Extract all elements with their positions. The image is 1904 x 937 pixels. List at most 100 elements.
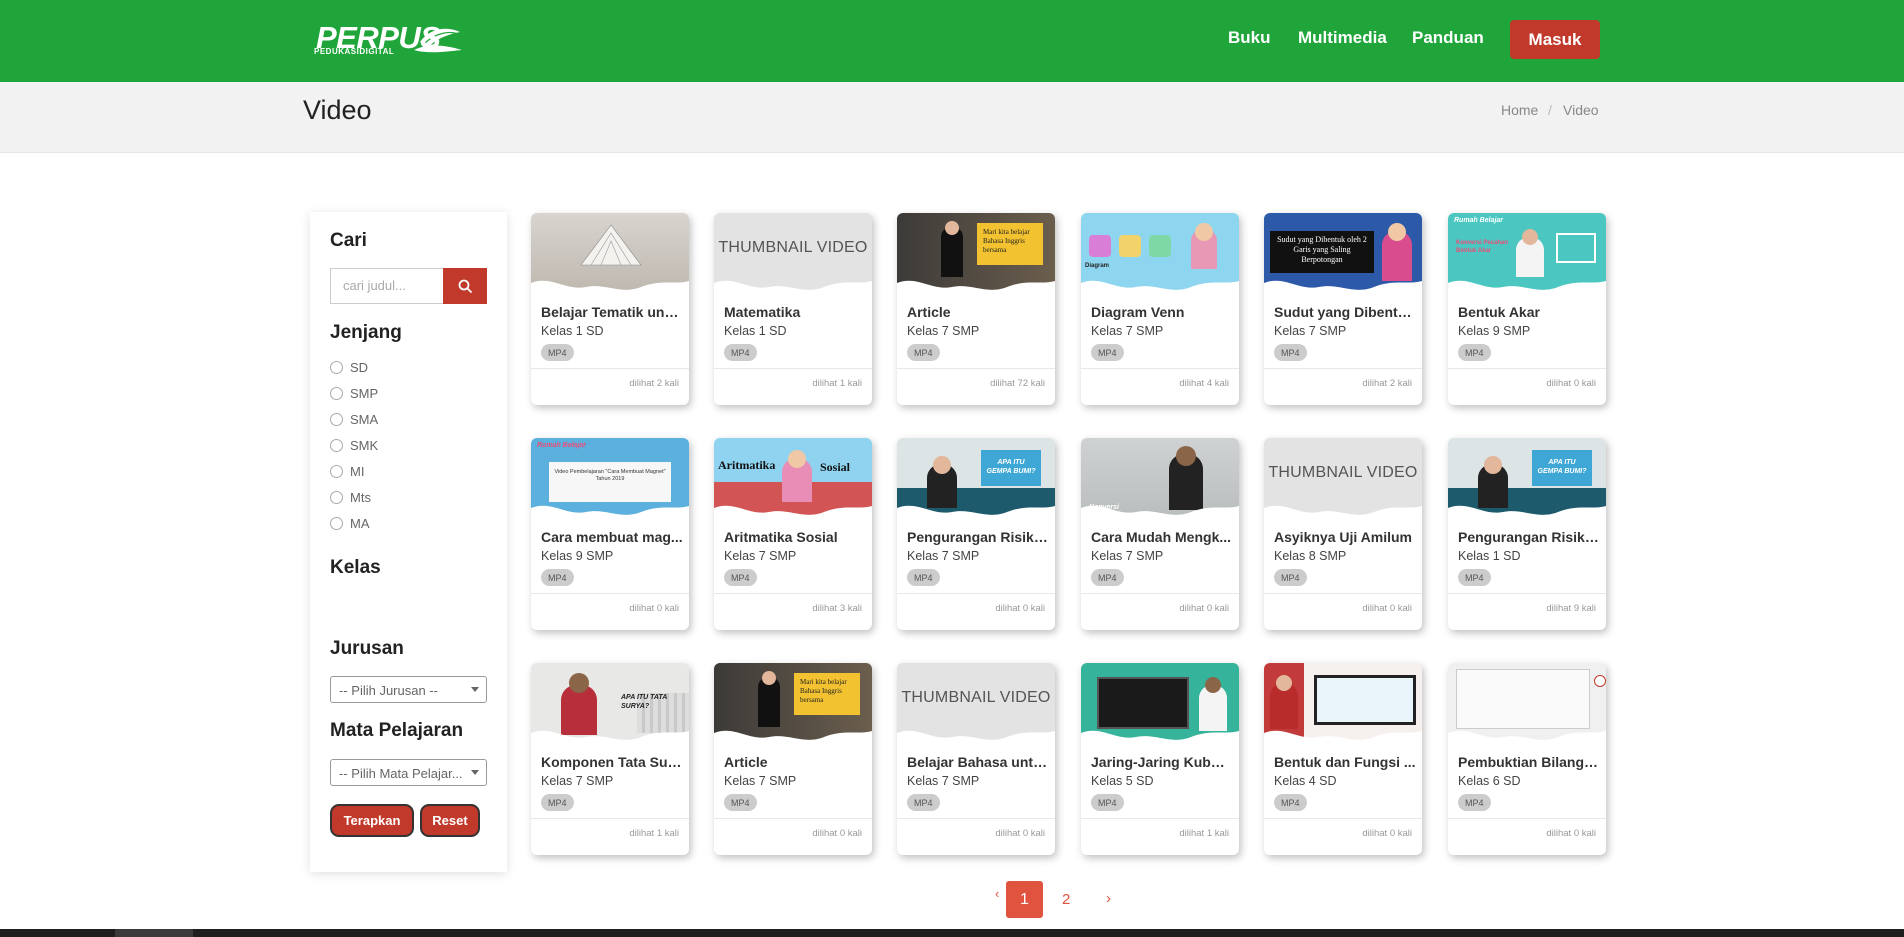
search-input[interactable]: cari judul...: [330, 268, 443, 304]
video-title[interactable]: Cara membuat mag...: [541, 529, 683, 545]
video-card[interactable]: Aritmatika Sosial Aritmatika Sosial Kelas 7…: [714, 438, 872, 630]
video-class: Kelas 7 SMP: [541, 774, 614, 788]
video-thumbnail[interactable]: Rumah Belajar Video Pembelajaran "Cara Me…: [531, 438, 689, 520]
breadcrumb-home[interactable]: Home: [1501, 102, 1538, 118]
nav-multimedia[interactable]: Multimedia: [1298, 28, 1387, 48]
video-card[interactable]: Belajar Tematik untu... Kelas 1 SD MP4 dili…: [531, 213, 689, 405]
subject-select[interactable]: -- Pilih Mata Pelajar...: [330, 759, 487, 786]
level-option-sma[interactable]: SMA: [330, 412, 378, 427]
level-option-mi[interactable]: MI: [330, 464, 364, 479]
radio-icon[interactable]: [330, 465, 343, 478]
pagination-prev[interactable]: ‹: [995, 886, 999, 901]
video-title[interactable]: Aritmatika Sosial: [724, 529, 866, 545]
view-count: dilihat 0 kali: [995, 828, 1045, 839]
video-title[interactable]: Komponen Tata Surya: [541, 754, 683, 770]
video-class: Kelas 1 SD: [1458, 549, 1521, 563]
video-thumbnail[interactable]: APA ITU TATA SURYA?: [531, 663, 689, 745]
video-title[interactable]: Diagram Venn: [1091, 304, 1233, 320]
video-title[interactable]: Matematika: [724, 304, 866, 320]
video-card[interactable]: Diagram Diagram Venn Kelas 7 SMP MP4 dilihat…: [1081, 213, 1239, 405]
view-count: dilihat 0 kali: [812, 828, 862, 839]
video-thumbnail[interactable]: Mari kita belajar Bahasa Inggris bersama: [897, 213, 1055, 295]
radio-icon[interactable]: [330, 517, 343, 530]
class-heading: Kelas: [330, 557, 381, 578]
video-title[interactable]: Pengurangan Risiko...: [1458, 529, 1600, 545]
radio-icon[interactable]: [330, 491, 343, 504]
site-logo[interactable]: PERPUS PEDUKASIDIGITAL: [302, 20, 464, 60]
card-divider: [531, 593, 689, 594]
login-button[interactable]: Masuk: [1510, 20, 1600, 59]
level-option-smp[interactable]: SMP: [330, 386, 378, 401]
video-thumbnail[interactable]: [1081, 663, 1239, 745]
video-card[interactable]: THUMBNAIL VIDEO Asyiknya Uji Amilum Kelas …: [1264, 438, 1422, 630]
video-thumbnail[interactable]: THUMBNAIL VIDEO: [897, 663, 1055, 745]
video-card[interactable]: Jaring-Jaring Kubus... Kelas 5 SD MP4 dilih…: [1081, 663, 1239, 855]
video-thumbnail[interactable]: Sudut yang Dibentuk oleh 2 Garis yang Sa…: [1264, 213, 1422, 295]
video-card[interactable]: APA ITU TATA SURYA? Komponen Tata Surya Ke…: [531, 663, 689, 855]
video-title[interactable]: Cara Mudah Mengk...: [1091, 529, 1233, 545]
thumb-placeholder-label: THUMBNAIL VIDEO: [718, 239, 868, 256]
video-title[interactable]: Sudut yang Dibentu...: [1274, 304, 1416, 320]
video-title[interactable]: Jaring-Jaring Kubus...: [1091, 754, 1233, 770]
card-divider: [714, 818, 872, 819]
card-divider: [1081, 818, 1239, 819]
level-option-mts[interactable]: Mts: [330, 490, 371, 505]
video-card[interactable]: APA ITU GEMPA BUMI? Pengurangan Risiko...…: [1448, 438, 1606, 630]
pagination-page-2[interactable]: 2: [1062, 891, 1070, 908]
video-thumbnail[interactable]: [1448, 663, 1606, 745]
radio-icon[interactable]: [330, 361, 343, 374]
video-thumbnail[interactable]: Mari kita belajar Bahasa Inggris bersama: [714, 663, 872, 745]
video-thumbnail[interactable]: APA ITU GEMPA BUMI?: [897, 438, 1055, 520]
video-title[interactable]: Belajar Tematik untu...: [541, 304, 683, 320]
video-title[interactable]: Bentuk Akar: [1458, 304, 1600, 320]
video-card[interactable]: Rumah Belajar Konversi Pecahan Bentuk Aka…: [1448, 213, 1606, 405]
video-title[interactable]: Pembuktian Bilanga...: [1458, 754, 1600, 770]
radio-icon[interactable]: [330, 387, 343, 400]
nav-panduan[interactable]: Panduan: [1412, 28, 1484, 48]
video-thumbnail[interactable]: Konversi: [1081, 438, 1239, 520]
video-card[interactable]: Sudut yang Dibentuk oleh 2 Garis yang Sa…: [1264, 213, 1422, 405]
video-title[interactable]: Article: [907, 304, 1049, 320]
video-class: Kelas 9 SMP: [1458, 324, 1531, 338]
apply-button[interactable]: Terapkan: [330, 804, 414, 837]
video-thumbnail[interactable]: THUMBNAIL VIDEO: [1264, 438, 1422, 520]
wave-divider: [1448, 505, 1606, 520]
video-card[interactable]: Rumah Belajar Video Pembelajaran "Cara Me…: [531, 438, 689, 630]
video-thumbnail[interactable]: THUMBNAIL VIDEO: [714, 213, 872, 295]
pagination-page-1[interactable]: 1: [1006, 881, 1043, 918]
major-select[interactable]: -- Pilih Jurusan --: [330, 676, 487, 703]
video-title[interactable]: Bentuk dan Fungsi ...: [1274, 754, 1416, 770]
search-button[interactable]: [443, 268, 487, 304]
radio-icon[interactable]: [330, 439, 343, 452]
level-option-sd[interactable]: SD: [330, 360, 368, 375]
level-option-smk[interactable]: SMK: [330, 438, 378, 453]
video-thumbnail[interactable]: Aritmatika Sosial: [714, 438, 872, 520]
nav-buku[interactable]: Buku: [1228, 28, 1271, 48]
video-thumbnail[interactable]: [531, 213, 689, 295]
video-card[interactable]: Pembuktian Bilanga... Kelas 6 SD MP4 diliha…: [1448, 663, 1606, 855]
video-card[interactable]: THUMBNAIL VIDEO Belajar Bahasa untu... Kel…: [897, 663, 1055, 855]
pagination-next[interactable]: ›: [1106, 890, 1111, 907]
video-title[interactable]: Article: [724, 754, 866, 770]
wave-divider: [714, 280, 872, 295]
video-title[interactable]: Belajar Bahasa untu...: [907, 754, 1049, 770]
video-thumbnail[interactable]: APA ITU GEMPA BUMI?: [1448, 438, 1606, 520]
video-card[interactable]: Konversi Cara Mudah Mengk... Kelas 7 SMP MP…: [1081, 438, 1239, 630]
video-card[interactable]: Mari kita belajar Bahasa Inggris bersama…: [714, 663, 872, 855]
level-option-ma[interactable]: MA: [330, 516, 370, 531]
video-title[interactable]: Asyiknya Uji Amilum: [1274, 529, 1416, 545]
video-card[interactable]: APA ITU GEMPA BUMI? Pengurangan Risiko...…: [897, 438, 1055, 630]
video-thumbnail[interactable]: Diagram: [1081, 213, 1239, 295]
video-card[interactable]: THUMBNAIL VIDEO Matematika Kelas 1 SD MP4 di…: [714, 213, 872, 405]
rumah-belajar-logo: Rumah Belajar: [537, 442, 587, 449]
wave-divider: [897, 280, 1055, 295]
reset-button[interactable]: Reset: [420, 804, 480, 837]
video-card[interactable]: Mari kita belajar Bahasa Inggris bersama…: [897, 213, 1055, 405]
video-thumbnail[interactable]: Rumah Belajar Konversi Pecahan Bentuk Aka…: [1448, 213, 1606, 295]
wave-divider: [1264, 280, 1422, 295]
taskbar-item[interactable]: [115, 929, 193, 937]
video-thumbnail[interactable]: [1264, 663, 1422, 745]
video-title[interactable]: Pengurangan Risiko...: [907, 529, 1049, 545]
radio-icon[interactable]: [330, 413, 343, 426]
video-card[interactable]: Bentuk dan Fungsi ... Kelas 4 SD MP4 diliha…: [1264, 663, 1422, 855]
